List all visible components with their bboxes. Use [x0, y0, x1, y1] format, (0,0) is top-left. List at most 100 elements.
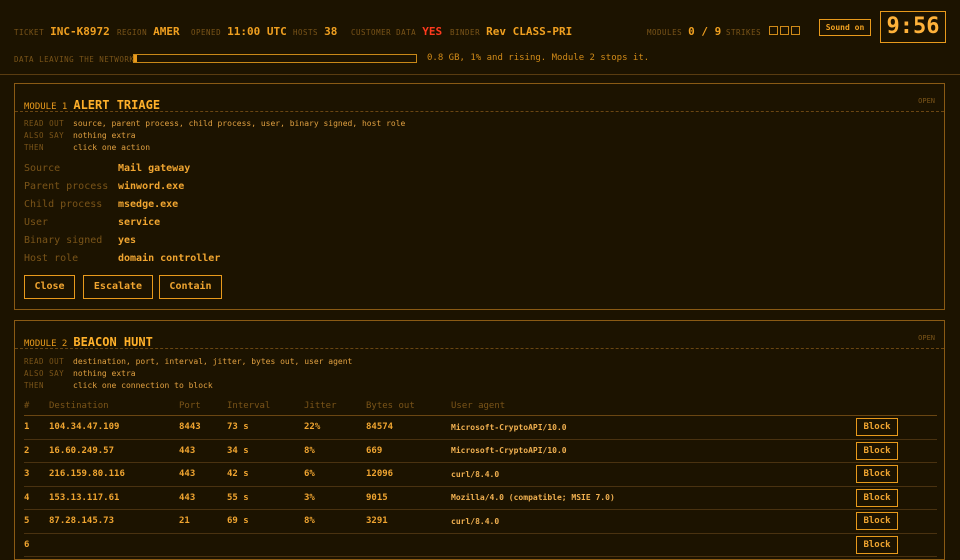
block-button[interactable]: Block	[856, 488, 898, 507]
row-number: 5	[24, 509, 49, 534]
module-title: BEACON HUNT	[73, 335, 153, 349]
interval-cell	[227, 533, 304, 557]
modules-value: 0 / 9	[688, 25, 722, 38]
destination-cell: 153.13.117.61	[49, 486, 179, 510]
field-host-role: Host role domain controller	[24, 253, 220, 264]
strike-box-icon	[780, 26, 790, 35]
customer-data-label: CUSTOMER DATA	[351, 28, 417, 37]
destination-cell	[49, 533, 179, 557]
field-source: Source Mail gateway	[24, 163, 190, 174]
opened-label: OPENED	[191, 28, 222, 37]
bytes-out-cell: 84574	[366, 415, 451, 440]
instruction-label: READ OUT	[24, 357, 65, 366]
field-binary-signed: Binary signed yes	[24, 235, 136, 246]
table-row: 6 Block	[24, 533, 937, 557]
jitter-cell: 8%	[304, 509, 366, 534]
destination-cell: 16.60.249.57	[49, 439, 179, 463]
field-label: Child process	[24, 199, 103, 210]
instruction-label: READ OUT	[24, 119, 65, 128]
strikes-label: STRIKES	[726, 28, 762, 37]
binder-value: Rev CLASS-PRI	[486, 25, 573, 38]
block-button[interactable]: Block	[856, 465, 898, 484]
instruction-then: THEN click one connection to block	[24, 381, 213, 390]
escalate-button[interactable]: Escalate	[83, 275, 153, 299]
divider	[15, 348, 944, 349]
instruction-text: click one connection to block	[73, 381, 213, 390]
instruction-label: ALSO SAY	[24, 369, 65, 378]
field-value: yes	[118, 235, 137, 246]
interval-cell: 42 s	[227, 462, 304, 487]
port-cell: 443	[179, 486, 227, 510]
field-child-process: Child process msedge.exe	[24, 199, 178, 210]
port-cell: 443	[179, 439, 227, 463]
instruction-text: click one action	[73, 143, 151, 152]
hosts-field: HOSTS 38	[293, 20, 337, 39]
action-cell: Block	[856, 509, 937, 534]
opened-value: 11:00 UTC	[227, 25, 287, 38]
bytes-out-cell: 3291	[366, 509, 451, 534]
modules-label: MODULES	[647, 28, 683, 37]
block-button[interactable]: Block	[856, 418, 898, 437]
instruction-text: nothing extra	[73, 369, 136, 378]
jitter-cell: 22%	[304, 415, 366, 440]
jitter-cell: 8%	[304, 439, 366, 463]
instruction-label: ALSO SAY	[24, 131, 65, 140]
field-label: Parent process	[24, 181, 109, 192]
user-agent-cell	[451, 533, 856, 557]
port-cell: 443	[179, 462, 227, 487]
jitter-cell: 6%	[304, 462, 366, 487]
bytes-out-cell	[366, 533, 451, 557]
ticket-id: INC-K8972	[50, 25, 110, 38]
region-value: AMER	[153, 25, 180, 38]
bytes-out-cell: 12096	[366, 462, 451, 487]
action-cell: Block	[856, 439, 937, 463]
column-header: Interval	[227, 397, 304, 416]
binder-field: BINDER Rev CLASS-PRI	[450, 20, 572, 39]
block-button[interactable]: Block	[856, 512, 898, 531]
field-label: User	[24, 217, 49, 228]
instruction-label: THEN	[24, 381, 45, 390]
region-label: REGION	[117, 28, 148, 37]
row-number: 4	[24, 486, 49, 510]
module-state: OPEN	[918, 97, 935, 105]
jitter-cell: 3%	[304, 486, 366, 510]
table-row: 2 16.60.249.57 443 34 s 8% 669 Microsoft…	[24, 439, 937, 463]
bytes-out-cell: 9015	[366, 486, 451, 510]
instruction-label: THEN	[24, 143, 45, 152]
opened-field: OPENED 11:00 UTC	[191, 20, 287, 39]
interval-cell: 55 s	[227, 486, 304, 510]
table-row: 1 104.34.47.109 8443 73 s 22% 84574 Micr…	[24, 415, 937, 440]
row-number: 3	[24, 462, 49, 487]
column-header: Destination	[49, 397, 179, 416]
field-value: msedge.exe	[118, 199, 179, 210]
module-title: ALERT TRIAGE	[73, 98, 161, 112]
action-cell: Block	[856, 486, 937, 510]
customer-data-value: YES	[422, 25, 443, 38]
table-row: 4 153.13.117.61 443 55 s 3% 9015 Mozilla…	[24, 486, 937, 510]
module-state: OPEN	[918, 334, 935, 342]
instruction-read-out: READ OUT source, parent process, child pr…	[24, 119, 405, 128]
hosts-value: 38	[324, 25, 338, 38]
interval-cell: 69 s	[227, 509, 304, 534]
instruction-read-out: READ OUT destination, port, interval, jit…	[24, 357, 352, 366]
customer-data-field: CUSTOMER DATA YES	[351, 20, 442, 39]
destination-cell: 104.34.47.109	[49, 415, 179, 440]
block-button[interactable]: Block	[856, 441, 898, 460]
instruction-text: nothing extra	[73, 131, 136, 140]
row-number: 1	[24, 415, 49, 440]
field-user: User service	[24, 217, 160, 228]
port-cell	[179, 533, 227, 557]
column-header: #	[24, 397, 49, 416]
close-button[interactable]: Close	[24, 275, 75, 299]
instruction-also-say: ALSO SAY nothing extra	[24, 369, 136, 378]
destination-cell: 216.159.80.116	[49, 462, 179, 487]
contain-button[interactable]: Contain	[159, 275, 222, 299]
row-number: 2	[24, 439, 49, 463]
action-cell: Block	[856, 415, 937, 440]
sound-toggle-button[interactable]: Sound on	[819, 19, 871, 36]
strike-box-icon	[769, 26, 779, 35]
column-header: User agent	[451, 397, 856, 416]
column-header: Bytes out	[366, 397, 451, 416]
port-cell: 21	[179, 509, 227, 534]
block-button[interactable]: Block	[856, 535, 898, 554]
